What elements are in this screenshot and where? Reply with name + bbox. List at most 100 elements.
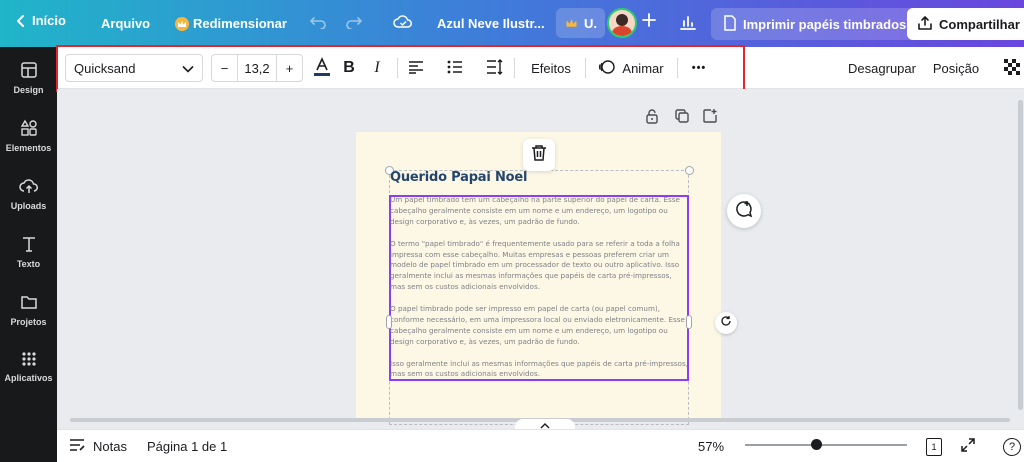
page-view-button[interactable]: 1	[926, 430, 942, 462]
text-color-button[interactable]	[311, 54, 333, 82]
comment-add-icon	[735, 200, 753, 223]
delete-button[interactable]	[523, 139, 555, 171]
font-size-input[interactable]: 13,2	[238, 55, 276, 81]
print-letterheads-label: Imprimir papéis timbrados	[743, 16, 907, 32]
apps-grid-icon	[21, 351, 37, 369]
fullscreen-button[interactable]	[960, 430, 976, 462]
add-collaborator-button[interactable]	[641, 12, 657, 31]
resize-button[interactable]: Redimensionar	[175, 16, 287, 31]
resize-label: Redimensionar	[193, 16, 287, 31]
sidebar-item-label: Texto	[16, 259, 41, 269]
crown-icon	[564, 16, 578, 30]
document-title[interactable]: Azul Neve Ilustr...	[437, 16, 545, 31]
insights-button[interactable]	[679, 13, 697, 34]
increase-size-button[interactable]: +	[276, 55, 302, 81]
plus-icon	[641, 12, 657, 31]
shapes-icon	[20, 119, 38, 139]
sidebar-item-uploads[interactable]: Uploads	[0, 177, 57, 211]
upload-icon	[917, 15, 933, 34]
file-menu-button[interactable]: Arquivo	[101, 16, 150, 31]
folder-icon	[20, 293, 38, 313]
zoom-value[interactable]: 57%	[698, 430, 724, 462]
animate-button[interactable]: Animar	[596, 54, 666, 82]
vertical-scrollbar[interactable]	[1018, 100, 1023, 410]
rotate-icon	[720, 314, 732, 332]
avatar-image	[607, 8, 637, 38]
align-left-button[interactable]	[405, 54, 427, 82]
decrease-size-button[interactable]: −	[212, 55, 238, 81]
paragraph: O termo "papel timbrado" é frequentement…	[390, 238, 680, 292]
user-pill[interactable]: U.	[556, 8, 605, 38]
transparency-button[interactable]	[1003, 54, 1021, 82]
zoom-slider[interactable]	[745, 444, 907, 446]
zoom-label: 57%	[698, 439, 725, 454]
side-resize-handle[interactable]	[686, 315, 692, 329]
lock-page-button[interactable]	[643, 108, 661, 129]
duplicate-icon	[674, 108, 690, 129]
ungroup-button[interactable]: Desagrupar	[846, 54, 918, 82]
duplicate-page-button[interactable]	[673, 108, 691, 129]
share-button[interactable]: Compartilhar	[907, 8, 1024, 40]
print-letterheads-button[interactable]: Imprimir papéis timbrados	[711, 8, 919, 40]
lock-icon	[645, 108, 659, 129]
document-title-heading[interactable]: Querido Papai Noel	[390, 170, 527, 185]
redo-icon	[345, 15, 363, 32]
bold-button[interactable]: B	[339, 54, 359, 82]
cloud-check-icon	[393, 14, 413, 33]
cloud-save-button[interactable]	[393, 14, 413, 33]
document-body-text[interactable]: Um papel timbrado tem um cabeçalho na pa…	[390, 195, 688, 391]
file-label: Arquivo	[101, 16, 151, 31]
home-button[interactable]: Início	[16, 13, 66, 28]
more-options-button[interactable]: •••	[686, 54, 712, 82]
font-family-value: Quicksand	[74, 60, 136, 76]
paragraph: O papel timbrado pode ser impresso em pa…	[390, 304, 685, 346]
trash-icon	[531, 144, 547, 167]
sidebar-item-design[interactable]: Design	[0, 61, 57, 95]
position-button[interactable]: Posição	[930, 54, 982, 82]
top-bar: Início Arquivo Redimensionar Azul Neve I…	[0, 0, 1024, 47]
zoom-slider-handle[interactable]	[811, 439, 822, 450]
bullet-list-button[interactable]	[444, 54, 466, 82]
sidebar-item-apps[interactable]: Aplicativos	[0, 351, 57, 383]
cloud-upload-icon	[18, 177, 39, 197]
help-icon: ?	[1003, 437, 1021, 456]
resize-handle[interactable]	[685, 166, 694, 175]
add-comment-button[interactable]	[727, 194, 761, 228]
bullet-list-icon	[447, 60, 463, 77]
expand-icon	[960, 437, 976, 456]
align-left-icon	[408, 60, 424, 77]
sidebar-item-label: Aplicativos	[4, 373, 53, 383]
sidebar-item-elements[interactable]: Elementos	[0, 119, 57, 153]
sidebar-item-text[interactable]: Texto	[0, 235, 57, 269]
animate-icon	[598, 58, 616, 79]
position-label: Posição	[932, 60, 980, 76]
left-sidebar: Design Elementos Uploads Texto Projetos …	[0, 47, 57, 462]
chevron-left-icon	[16, 14, 26, 28]
font-size-stepper[interactable]: − 13,2 +	[211, 54, 303, 82]
side-resize-handle[interactable]	[386, 315, 392, 329]
line-spacing-button[interactable]	[484, 54, 506, 82]
document-title-label: Azul Neve Ilustr...	[437, 16, 545, 31]
effects-button[interactable]: Efeitos	[525, 54, 577, 82]
toolbar-divider	[585, 58, 586, 78]
undo-button[interactable]	[309, 15, 327, 32]
page-count-badge: 1	[926, 437, 942, 456]
notes-icon	[69, 438, 85, 455]
redo-button[interactable]	[345, 15, 363, 32]
italic-button[interactable]: I	[367, 54, 387, 82]
notes-button[interactable]: Notas	[69, 430, 127, 462]
add-page-icon	[702, 108, 718, 129]
sidebar-item-projects[interactable]: Projetos	[0, 293, 57, 327]
animate-label: Animar	[622, 60, 664, 76]
font-family-select[interactable]: Quicksand	[65, 54, 203, 82]
ungroup-label: Desagrupar	[848, 60, 916, 76]
sidebar-item-label: Projetos	[10, 317, 47, 327]
rotate-button[interactable]	[715, 312, 737, 334]
paragraph: Um papel timbrado tem um cabeçalho na pa…	[390, 195, 680, 226]
add-page-button[interactable]	[701, 108, 719, 129]
help-button[interactable]: ?	[1003, 430, 1021, 462]
checkerboard-icon	[1004, 58, 1020, 78]
avatar[interactable]	[607, 8, 637, 38]
page-indicator[interactable]: Página 1 de 1	[147, 430, 227, 462]
toolbar-divider	[397, 58, 398, 78]
